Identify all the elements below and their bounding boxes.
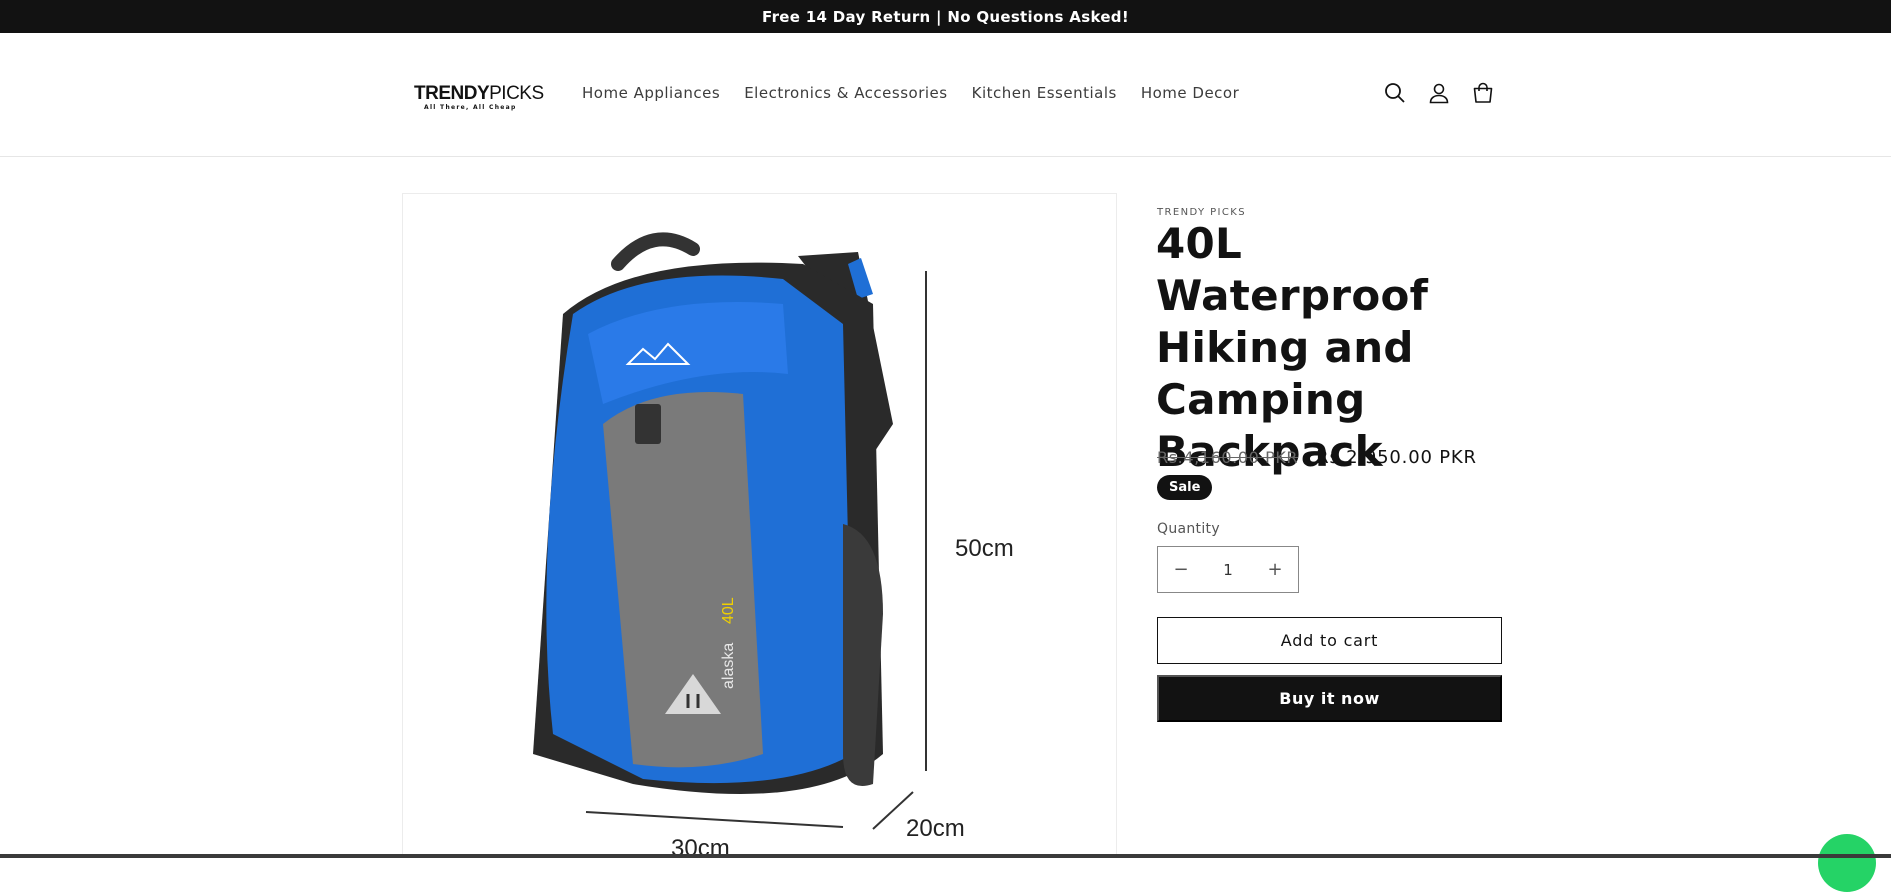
nav-kitchen-essentials[interactable]: Kitchen Essentials [972,84,1117,102]
decrease-quantity-button[interactable]: − [1158,547,1204,592]
announcement-bar: Free 14 Day Return | No Questions Asked! [0,0,1891,33]
logo-tagline: All There, All Cheap [424,104,517,111]
backpack-brand-text: 40L [720,597,737,624]
account-icon[interactable] [1428,82,1450,104]
nav-home-decor[interactable]: Home Decor [1141,84,1239,102]
nav-electronics[interactable]: Electronics & Accessories [744,84,947,102]
main-nav: Home Appliances Electronics & Accessorie… [582,84,1263,102]
dimension-height: 50cm [955,535,1014,562]
quantity-stepper: − 1 + [1157,546,1299,593]
product-image[interactable]: 40L alaska 50cm 20cm 30cm [402,193,1117,858]
site-header: TRENDYPICKS All There, All Cheap Home Ap… [0,33,1891,157]
bottom-divider [0,854,1891,858]
sale-price: Rs.2,950.00 PKR [1316,447,1477,468]
increase-quantity-button[interactable]: + [1252,547,1298,592]
announcement-text: Free 14 Day Return | No Questions Asked! [762,7,1129,26]
sale-badge: Sale [1157,475,1213,500]
quantity-input[interactable]: 1 [1223,561,1233,579]
cart-icon[interactable] [1472,82,1494,104]
logo-wordmark: TRENDYPICKS [414,83,544,104]
header-icons [1384,82,1494,104]
nav-home-appliances[interactable]: Home Appliances [582,84,720,102]
svg-text:alaska: alaska [720,643,737,689]
regular-price: Rs.4,160.00 PKR [1157,448,1299,467]
dimension-depth: 20cm [906,815,965,842]
search-icon[interactable] [1384,82,1406,104]
whatsapp-chat-icon[interactable] [1818,834,1876,892]
add-to-cart-button[interactable]: Add to cart [1157,617,1502,664]
product-vendor: TRENDY PICKS [1157,207,1246,218]
quantity-label: Quantity [1157,521,1220,537]
price: Rs.4,160.00 PKR Rs.2,950.00 PKR [1157,447,1477,468]
store-logo[interactable]: TRENDYPICKS All There, All Cheap [414,83,544,123]
buy-now-button[interactable]: Buy it now [1157,675,1502,722]
product-title: 40L Waterproof Hiking and Camping Backpa… [1156,219,1429,476]
